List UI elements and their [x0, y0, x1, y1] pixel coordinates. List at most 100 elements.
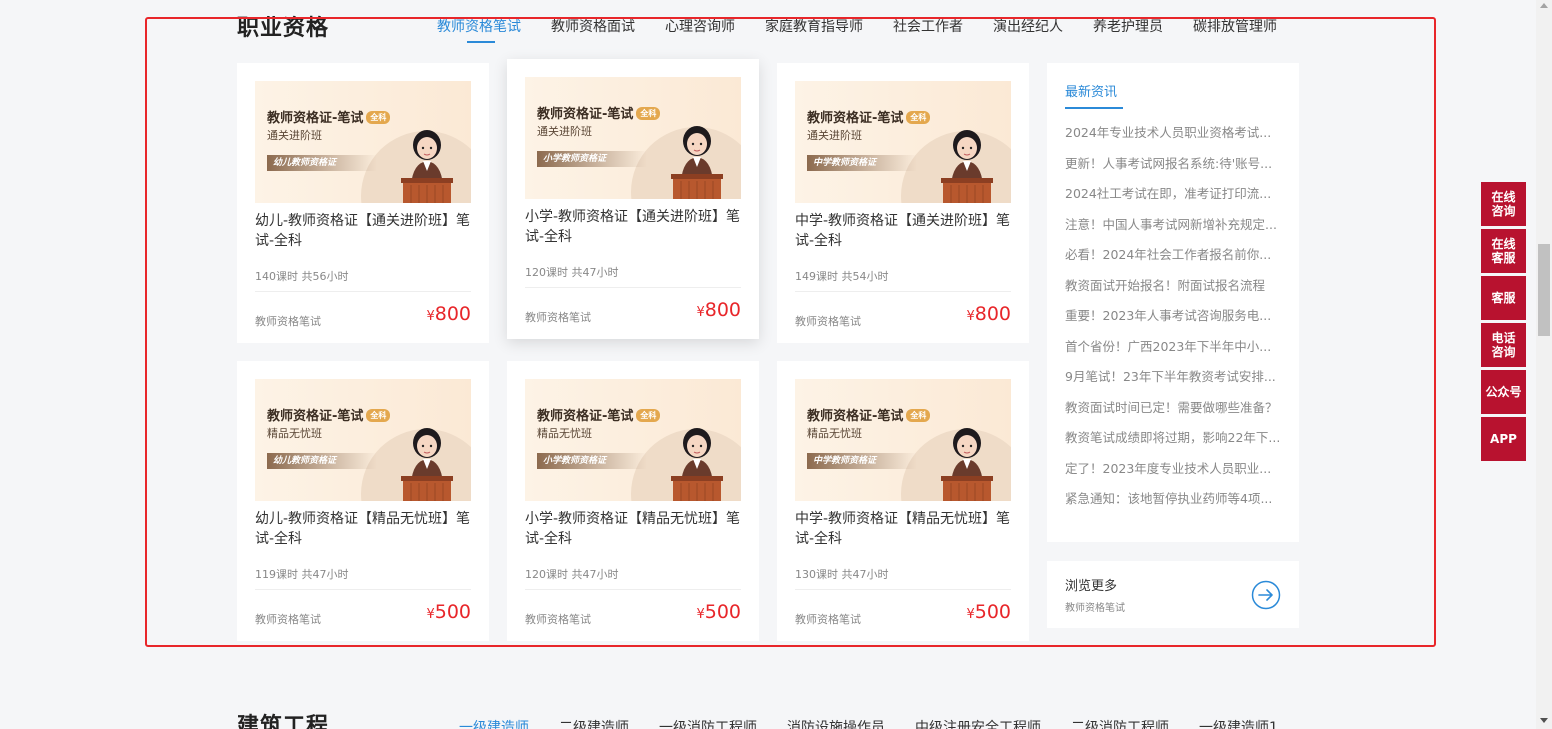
course-meta: 120课时 共47小时	[525, 568, 619, 581]
course-banner-image[interactable]: 教师资格证-笔试 全科 通关进阶班 小学教师资格证	[525, 77, 741, 199]
course-category: 教师资格笔试	[795, 613, 861, 626]
course-card[interactable]: 教师资格证-笔试 全科 通关进阶班 幼儿教师资格证 幼儿-教师资格证【通关进阶班】…	[237, 63, 489, 343]
section2-title: 建筑工程	[237, 714, 330, 729]
teacher-illustration-icon	[941, 130, 993, 203]
news-item[interactable]: 2024社工考试在即，准考证打印流...	[1065, 184, 1283, 215]
side-floating-bar: 在线 咨询 在线 客服 客服 电话 咨询 公众号 APP	[1481, 182, 1526, 464]
side-button-3[interactable]: 电话 咨询	[1481, 323, 1526, 367]
course-meta: 120课时 共47小时	[525, 266, 619, 279]
banner-strip: 中学教师资格证	[807, 453, 917, 469]
course-banner-image[interactable]: 教师资格证-笔试 全科 精品无忧班 中学教师资格证	[795, 379, 1011, 501]
currency-symbol: ¥	[966, 309, 975, 324]
scrollbar-thumb[interactable]	[1538, 244, 1550, 336]
course-price: ¥800	[966, 303, 1011, 325]
course-card[interactable]: 教师资格证-笔试 全科 通关进阶班 中学教师资格证 中学-教师资格证【通关进阶班】…	[777, 63, 1029, 343]
course-title[interactable]: 小学-教师资格证【精品无忧班】笔试-全科	[525, 509, 745, 549]
news-item[interactable]: 2024年专业技术人员职业资格考试...	[1065, 123, 1283, 154]
banner-tag: 全科	[636, 107, 661, 120]
divider	[525, 287, 741, 288]
news-item[interactable]: 教资笔试成绩即将过期，影响22年下...	[1065, 428, 1283, 459]
news-item[interactable]: 注意！中国人事考试网新增补充规定...	[1065, 215, 1283, 246]
banner-strip: 小学教师资格证	[537, 453, 647, 469]
course-card[interactable]: 教师资格证-笔试 全科 精品无忧班 幼儿教师资格证 幼儿-教师资格证【精品无忧班】…	[237, 361, 489, 641]
section2-tab-4[interactable]: 中级注册安全工程师	[915, 717, 1041, 729]
teacher-illustration-icon	[401, 428, 453, 501]
tab-5[interactable]: 演出经纪人	[993, 16, 1063, 36]
banner-title: 教师资格证-笔试 全科	[807, 107, 931, 126]
browse-more-title: 浏览更多	[1065, 579, 1118, 594]
course-card[interactable]: 教师资格证-笔试 全科 通关进阶班 小学教师资格证 小学-教师资格证【通关进阶班】…	[507, 59, 759, 339]
teacher-illustration-icon	[671, 126, 723, 199]
tab-0[interactable]: 教师资格笔试	[437, 16, 521, 43]
browse-more-card[interactable]: 浏览更多 教师资格笔试	[1047, 561, 1299, 628]
banner-tag: 全科	[636, 409, 661, 422]
section2-tab-1[interactable]: 二级建造师	[559, 717, 629, 729]
side-button-2[interactable]: 客服	[1481, 276, 1526, 320]
scrollbar-track[interactable]	[1536, 0, 1552, 729]
banner-strip: 中学教师资格证	[807, 155, 917, 171]
news-item[interactable]: 必看！2024年社会工作者报名前你...	[1065, 245, 1283, 276]
tab-4[interactable]: 社会工作者	[893, 16, 963, 36]
tab-2[interactable]: 心理咨询师	[665, 16, 735, 36]
course-meta: 130课时 共47小时	[795, 568, 889, 581]
section2-tab-0[interactable]: 一级建造师	[459, 717, 529, 729]
price-value: 500	[434, 601, 471, 623]
news-item[interactable]: 教资面试时间已定！需要做哪些准备？	[1065, 398, 1283, 429]
scroll-down-arrow-icon[interactable]	[1540, 718, 1548, 723]
currency-symbol: ¥	[696, 305, 705, 320]
news-item[interactable]: 更新！人事考试网报名系统:待'账号...	[1065, 154, 1283, 185]
side-button-1[interactable]: 在线 客服	[1481, 229, 1526, 273]
course-category: 教师资格笔试	[795, 315, 861, 328]
tab-7[interactable]: 碳排放管理师	[1193, 16, 1277, 36]
banner-strip: 幼儿教师资格证	[267, 155, 377, 171]
course-banner-image[interactable]: 教师资格证-笔试 全科 通关进阶班 中学教师资格证	[795, 81, 1011, 203]
banner-strip: 小学教师资格证	[537, 151, 647, 167]
divider	[255, 589, 471, 590]
arrow-right-icon[interactable]	[1251, 580, 1281, 610]
course-price: ¥500	[426, 601, 471, 623]
news-item[interactable]: 教资面试开始报名！附面试报名流程	[1065, 276, 1283, 307]
price-value: 800	[704, 299, 741, 321]
banner-subtitle: 通关进阶班	[267, 129, 322, 142]
side-button-5[interactable]: APP	[1481, 417, 1526, 461]
course-banner-image[interactable]: 教师资格证-笔试 全科 精品无忧班 幼儿教师资格证	[255, 379, 471, 501]
teacher-illustration-icon	[941, 428, 993, 501]
course-title[interactable]: 幼儿-教师资格证【精品无忧班】笔试-全科	[255, 509, 475, 549]
banner-subtitle: 通关进阶班	[537, 125, 592, 138]
tab-1[interactable]: 教师资格面试	[551, 16, 635, 36]
section2-tab-6[interactable]: 一级建造师1	[1199, 717, 1278, 729]
banner-title: 教师资格证-笔试 全科	[537, 103, 661, 122]
banner-tag: 全科	[366, 111, 391, 124]
side-button-0[interactable]: 在线 咨询	[1481, 182, 1526, 226]
news-item[interactable]: 紧急通知：该地暂停执业药师等4项...	[1065, 489, 1283, 520]
course-title[interactable]: 小学-教师资格证【通关进阶班】笔试-全科	[525, 207, 745, 247]
course-card[interactable]: 教师资格证-笔试 全科 精品无忧班 小学教师资格证 小学-教师资格证【精品无忧班】…	[507, 361, 759, 641]
news-heading[interactable]: 最新资讯	[1065, 81, 1124, 109]
news-panel: 最新资讯 2024年专业技术人员职业资格考试... 更新！人事考试网报名系统:待'…	[1047, 63, 1299, 542]
course-price: ¥800	[426, 303, 471, 325]
banner-title: 教师资格证-笔试 全科	[537, 405, 661, 424]
news-item[interactable]: 重要！2023年人事考试咨询服务电...	[1065, 306, 1283, 337]
course-meta: 149课时 共54小时	[795, 270, 889, 283]
course-banner-image[interactable]: 教师资格证-笔试 全科 通关进阶班 幼儿教师资格证	[255, 81, 471, 203]
news-item[interactable]: 9月笔试！23年下半年教资考试安排...	[1065, 367, 1283, 398]
course-title[interactable]: 中学-教师资格证【通关进阶班】笔试-全科	[795, 211, 1015, 251]
course-title[interactable]: 幼儿-教师资格证【通关进阶班】笔试-全科	[255, 211, 475, 251]
course-card[interactable]: 教师资格证-笔试 全科 精品无忧班 中学教师资格证 中学-教师资格证【精品无忧班】…	[777, 361, 1029, 641]
scroll-up-arrow-icon[interactable]	[1540, 3, 1548, 8]
price-value: 500	[704, 601, 741, 623]
course-banner-image[interactable]: 教师资格证-笔试 全科 精品无忧班 小学教师资格证	[525, 379, 741, 501]
section2-tab-2[interactable]: 一级消防工程师	[659, 717, 757, 729]
section2-tab-3[interactable]: 消防设施操作员	[787, 717, 885, 729]
news-item[interactable]: 首个省份！广西2023年下半年中小...	[1065, 337, 1283, 368]
news-item[interactable]: 定了！2023年度专业技术人员职业...	[1065, 459, 1283, 490]
teacher-illustration-icon	[671, 428, 723, 501]
banner-tag: 全科	[366, 409, 391, 422]
section2-tab-5[interactable]: 二级消防工程师	[1071, 717, 1169, 729]
tab-3[interactable]: 家庭教育指导师	[765, 16, 863, 36]
tab-6[interactable]: 养老护理员	[1093, 16, 1163, 36]
currency-symbol: ¥	[696, 607, 705, 622]
course-title[interactable]: 中学-教师资格证【精品无忧班】笔试-全科	[795, 509, 1015, 549]
banner-tag: 全科	[906, 111, 931, 124]
side-button-4[interactable]: 公众号	[1481, 370, 1526, 414]
